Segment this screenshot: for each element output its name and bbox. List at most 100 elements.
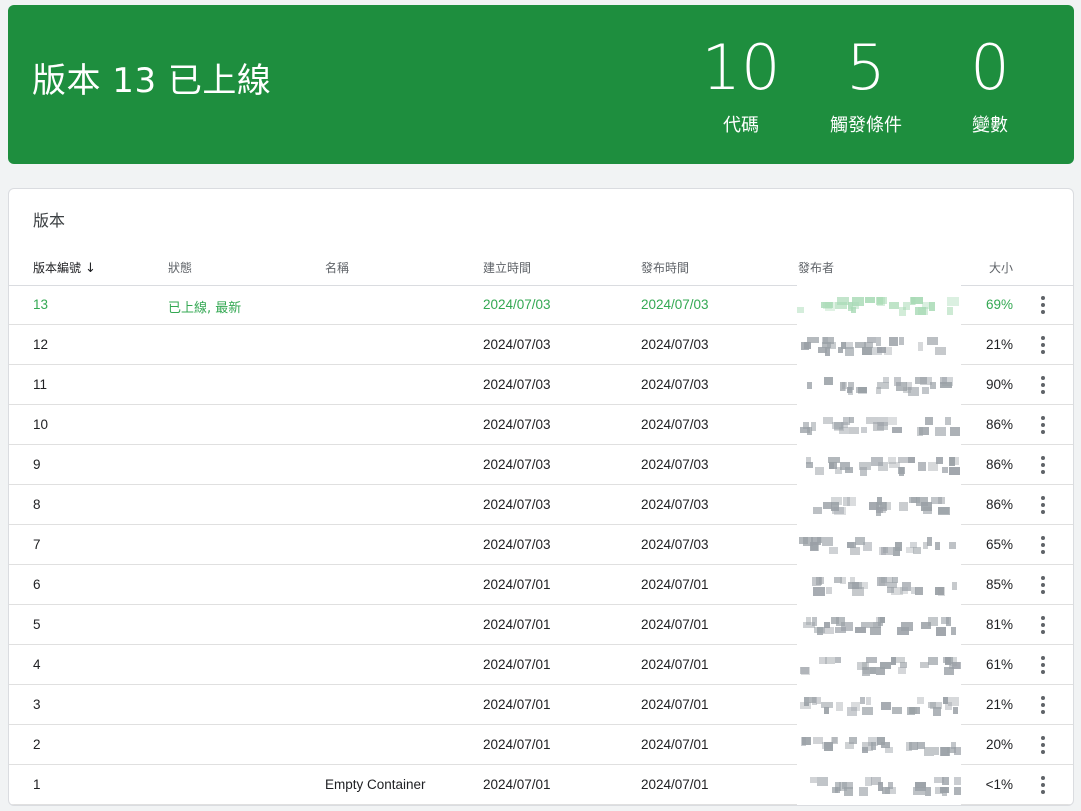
redaction-pixel bbox=[934, 777, 944, 783]
version-size: 65% bbox=[985, 537, 1013, 552]
menu-dot bbox=[1041, 630, 1045, 634]
redaction-pixel bbox=[801, 342, 809, 350]
menu-dot bbox=[1041, 590, 1045, 594]
menu-dot bbox=[1041, 743, 1045, 747]
redaction-pixel bbox=[813, 507, 822, 514]
redaction-pixel bbox=[823, 337, 834, 344]
menu-dot bbox=[1041, 310, 1045, 314]
redaction-pixel bbox=[889, 462, 900, 468]
header-published[interactable]: 發布時間 bbox=[641, 259, 689, 276]
redaction-pixel bbox=[941, 617, 949, 624]
redaction-pixel bbox=[910, 297, 915, 305]
table-row[interactable]: 12 2024/07/03 2024/07/03 21% bbox=[9, 325, 1073, 365]
table-row[interactable]: 3 2024/07/01 2024/07/01 21% bbox=[9, 685, 1073, 725]
more-vert-icon[interactable] bbox=[1031, 533, 1055, 557]
redaction-pixel bbox=[847, 542, 856, 548]
version-created: 2024/07/03 bbox=[483, 297, 551, 312]
header-publisher[interactable]: 發布者 bbox=[798, 259, 834, 276]
more-vert-icon[interactable] bbox=[1031, 493, 1055, 517]
header-name[interactable]: 名稱 bbox=[325, 259, 349, 276]
version-published: 2024/07/01 bbox=[641, 617, 709, 632]
header-created[interactable]: 建立時間 bbox=[483, 259, 531, 276]
table-row[interactable]: 13 已上線, 最新 2024/07/03 2024/07/03 69% bbox=[9, 285, 1073, 325]
version-number: 11 bbox=[33, 377, 48, 392]
version-number: 10 bbox=[33, 417, 49, 432]
more-vert-icon[interactable] bbox=[1031, 293, 1055, 317]
redaction-pixel bbox=[909, 742, 918, 750]
version-number: 3 bbox=[33, 697, 41, 712]
redaction-pixel bbox=[945, 417, 951, 425]
redaction-pixel bbox=[859, 787, 868, 796]
more-vert-icon[interactable] bbox=[1031, 693, 1055, 717]
more-vert-icon[interactable] bbox=[1031, 733, 1055, 757]
version-created: 2024/07/03 bbox=[483, 377, 551, 392]
menu-dot bbox=[1041, 343, 1045, 347]
stat-triggers-label: 觸發條件 bbox=[830, 115, 902, 136]
menu-dot bbox=[1041, 776, 1045, 780]
menu-dot bbox=[1041, 416, 1045, 420]
redaction-pixel bbox=[930, 382, 936, 389]
more-vert-icon[interactable] bbox=[1031, 653, 1055, 677]
redaction-pixel bbox=[925, 417, 933, 425]
redaction-pixel bbox=[953, 707, 958, 714]
table-row[interactable]: 2 2024/07/01 2024/07/01 20% bbox=[9, 725, 1073, 765]
redaction-pixel bbox=[892, 577, 898, 583]
redaction-pixel bbox=[870, 627, 881, 635]
publisher-redacted bbox=[797, 405, 961, 445]
more-vert-icon[interactable] bbox=[1031, 573, 1055, 597]
version-banner: 版本 13 已上線 10 代碼 5 觸發條件 0 變數 bbox=[8, 5, 1074, 164]
more-vert-icon[interactable] bbox=[1031, 453, 1055, 477]
redaction-pixel bbox=[829, 462, 834, 469]
redaction-pixel bbox=[855, 342, 866, 348]
redaction-pixel bbox=[936, 627, 946, 636]
redaction-pixel bbox=[835, 467, 842, 474]
more-vert-icon[interactable] bbox=[1031, 773, 1055, 797]
redaction-pixel bbox=[865, 297, 875, 303]
table-row[interactable]: 9 2024/07/03 2024/07/03 86% bbox=[9, 445, 1073, 485]
table-row[interactable]: 10 2024/07/03 2024/07/03 86% bbox=[9, 405, 1073, 445]
table-row[interactable]: 1 Empty Container 2024/07/01 2024/07/01 <1% bbox=[9, 765, 1073, 805]
version-number: 13 bbox=[33, 297, 49, 312]
version-published: 2024/07/01 bbox=[641, 657, 709, 672]
redaction-pixel bbox=[910, 542, 917, 548]
redaction-pixel bbox=[879, 577, 885, 586]
redaction-pixel bbox=[810, 777, 817, 783]
more-vert-icon[interactable] bbox=[1031, 333, 1055, 357]
table-row[interactable]: 6 2024/07/01 2024/07/01 85% bbox=[9, 565, 1073, 605]
redaction-pixel bbox=[915, 587, 923, 595]
redaction-pixel bbox=[816, 697, 821, 704]
redaction-pixel bbox=[892, 707, 902, 714]
table-row[interactable]: 7 2024/07/03 2024/07/03 65% bbox=[9, 525, 1073, 565]
stat-triggers: 5 觸發條件 bbox=[806, 35, 926, 137]
redaction-pixel bbox=[910, 707, 917, 714]
version-number: 7 bbox=[33, 537, 41, 552]
redaction-pixel bbox=[812, 577, 821, 586]
redaction-pixel bbox=[880, 662, 891, 669]
version-created: 2024/07/03 bbox=[483, 497, 551, 512]
redaction-pixel bbox=[866, 697, 871, 705]
redaction-pixel bbox=[877, 382, 889, 389]
publisher-redacted bbox=[797, 445, 961, 485]
menu-dot bbox=[1041, 750, 1045, 754]
header-status[interactable]: 狀態 bbox=[168, 259, 192, 276]
table-row[interactable]: 5 2024/07/01 2024/07/01 81% bbox=[9, 605, 1073, 645]
version-size: 86% bbox=[985, 417, 1013, 432]
table-row[interactable]: 4 2024/07/01 2024/07/01 61% bbox=[9, 645, 1073, 685]
publisher-redacted bbox=[797, 525, 961, 565]
header-version-number[interactable]: 版本編號 ↓ bbox=[33, 259, 96, 276]
menu-dot bbox=[1041, 423, 1045, 427]
table-row[interactable]: 8 2024/07/03 2024/07/03 86% bbox=[9, 485, 1073, 525]
redaction-pixel bbox=[938, 507, 949, 514]
more-vert-icon[interactable] bbox=[1031, 413, 1055, 437]
more-vert-icon[interactable] bbox=[1031, 373, 1055, 397]
more-vert-icon[interactable] bbox=[1031, 613, 1055, 637]
header-size[interactable]: 大小 bbox=[989, 259, 1013, 276]
version-number: 2 bbox=[33, 737, 41, 752]
redaction-pixel bbox=[938, 587, 945, 596]
table-row[interactable]: 11 2024/07/03 2024/07/03 90% bbox=[9, 365, 1073, 405]
redaction-pixel bbox=[880, 617, 885, 623]
stat-tags: 10 代碼 bbox=[681, 35, 801, 137]
version-published: 2024/07/03 bbox=[641, 377, 709, 392]
redaction-pixel bbox=[887, 587, 894, 593]
redaction-pixel bbox=[898, 467, 905, 474]
